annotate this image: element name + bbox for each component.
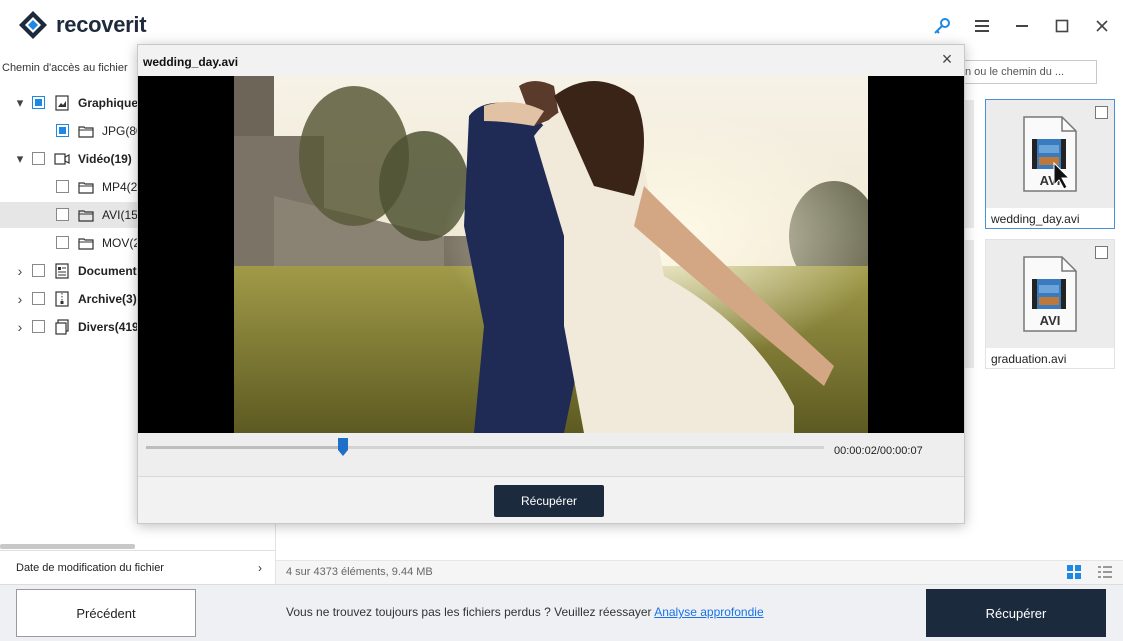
menu-icon[interactable] [970,14,994,38]
tree-checkbox[interactable] [32,264,45,277]
chevron-down-icon[interactable]: ▾ [15,152,25,165]
thumbnail-edge [964,240,974,368]
thumbnail-card[interactable]: AVI graduation.avi [985,239,1115,369]
recoverit-logo-icon [18,10,48,40]
deep-scan-link[interactable]: Analyse approfondie [654,605,763,619]
previous-button[interactable]: Précédent [16,589,196,637]
thumbnail-name: wedding_day.avi [991,212,1080,226]
tree-checkbox[interactable] [56,208,69,221]
thumbnail-card[interactable]: AVI wedding_day.avi [985,99,1115,229]
date-filter[interactable]: Date de modification du fichier › [0,550,276,584]
seek-bar[interactable] [146,446,824,449]
seek-handle-icon[interactable] [337,438,348,456]
status-bar: 4 sur 4373 éléments, 9.44 MB [276,560,1123,584]
status-text: 4 sur 4373 éléments, 9.44 MB [286,566,433,578]
minimize-icon[interactable] [1010,14,1034,38]
maximize-icon[interactable] [1050,14,1074,38]
tree-item-label: Divers(419 [78,320,139,334]
path-header[interactable]: Chemin d'accès au fichier [0,62,128,74]
thumbnail-name: graduation.avi [991,352,1067,366]
close-icon[interactable]: × [938,50,956,68]
tree-item-label: MP4(2 [102,180,138,194]
image-file-icon [54,95,70,111]
recover-button[interactable]: Récupérer [926,589,1106,637]
tree-item-label: AVI(15 [102,208,138,222]
tree-checkbox[interactable] [32,292,45,305]
video-frame [234,76,868,433]
tree-item-label: MOV(2 [102,236,141,250]
chevron-right-icon[interactable]: › [15,264,25,278]
footer-bar: Précédent Vous ne trouvez toujours pas l… [0,584,1123,641]
playback-time: 00:00:02/00:00:07 [834,445,923,457]
preview-dialog: wedding_day.avi × 00:00:02/00:00:07 Récu… [137,44,965,524]
tree-checkbox[interactable] [32,96,45,109]
thumbnail-checkbox[interactable] [1095,246,1108,259]
tree-checkbox[interactable] [56,124,69,137]
close-icon[interactable] [1090,14,1114,38]
svg-text:AVI: AVI [1040,313,1061,328]
folder-icon [78,207,94,223]
archive-file-icon [54,291,70,307]
video-controls: 00:00:02/00:00:07 [138,433,964,477]
tree-checkbox[interactable] [56,180,69,193]
date-filter-label: Date de modification du fichier [16,561,164,574]
grid-view-icon[interactable] [1067,565,1081,579]
horizontal-scrollbar[interactable] [0,544,135,549]
list-view-icon[interactable] [1098,565,1112,579]
preview-title: wedding_day.avi [143,55,239,69]
folder-icon [78,235,94,251]
chevron-right-icon: › [258,561,262,575]
thumbnail-edge [964,100,974,228]
folder-icon [78,179,94,195]
app-logo: recoverit [18,10,147,40]
video-file-icon [54,151,70,167]
document-file-icon [54,263,70,279]
tree-item-label: Document [78,264,137,278]
chevron-down-icon[interactable]: ▾ [15,96,25,109]
deep-scan-message: Vous ne trouvez toujours pas les fichier… [286,605,764,619]
preview-recover-button[interactable]: Récupérer [494,485,604,517]
chevron-right-icon[interactable]: › [15,320,25,334]
search-input[interactable]: n ou le chemin du ... [958,60,1097,84]
tree-item-label: Vidéo(19) [78,152,132,166]
tree-checkbox[interactable] [32,320,45,333]
app-name: recoverit [56,12,147,37]
tree-item-label: Graphique [78,96,139,110]
thumbnail-checkbox[interactable] [1095,106,1108,119]
key-icon[interactable] [930,14,954,38]
chevron-right-icon[interactable]: › [15,292,25,306]
tree-checkbox[interactable] [32,152,45,165]
folder-icon [78,123,94,139]
misc-file-icon [54,319,70,335]
deep-scan-text: Vous ne trouvez toujours pas les fichier… [286,605,655,619]
tree-item-label: Archive(3) [78,292,137,306]
seek-bar-progress [146,446,343,449]
video-player[interactable] [138,76,964,433]
tree-checkbox[interactable] [56,236,69,249]
